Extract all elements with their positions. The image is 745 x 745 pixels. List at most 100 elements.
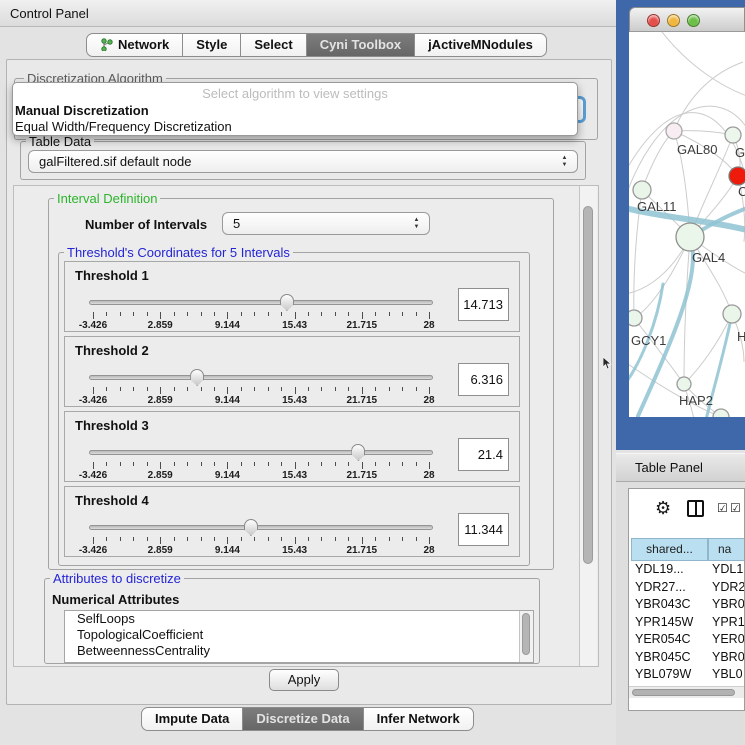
cell-name[interactable]: YPR1 bbox=[708, 614, 745, 632]
cell-shared-name[interactable]: YPR145W bbox=[629, 614, 708, 632]
network-window-titlebar[interactable] bbox=[629, 7, 745, 32]
network-canvas[interactable]: GAL80GCGAL11GAL4GCY1HHAP2 bbox=[629, 32, 745, 417]
threshold-label: Threshold 2 bbox=[75, 343, 149, 358]
tick-mark bbox=[254, 387, 255, 391]
threshold-slider[interactable]: -3.4262.8599.14415.4321.71528 bbox=[89, 520, 433, 554]
slider-handle[interactable] bbox=[244, 519, 258, 536]
network-node[interactable] bbox=[676, 223, 704, 251]
maximize-traffic-light-icon[interactable] bbox=[687, 14, 700, 27]
threshold-slider[interactable]: -3.4262.8599.14415.4321.71528 bbox=[89, 445, 433, 479]
table-row[interactable]: YBR043CYBR0 bbox=[629, 596, 745, 614]
tick-mark bbox=[389, 312, 390, 316]
slider-handle[interactable] bbox=[351, 444, 365, 461]
attributes-list-scrollbar-thumb[interactable] bbox=[522, 613, 530, 655]
tick-mark bbox=[416, 462, 417, 466]
tick-mark bbox=[93, 462, 94, 469]
attribute-list-item[interactable]: TopologicalCoefficient bbox=[65, 627, 533, 643]
threshold-value-box[interactable]: 6.316 bbox=[458, 363, 509, 396]
apply-button[interactable]: Apply bbox=[269, 669, 339, 691]
vertical-scrollbar[interactable] bbox=[579, 186, 597, 666]
column-header-shared-name[interactable]: shared... bbox=[631, 538, 708, 561]
table-row[interactable]: YDL19...YDL1 bbox=[629, 561, 745, 579]
cell-name[interactable]: YBR0 bbox=[708, 649, 745, 667]
threshold-slider[interactable]: -3.4262.8599.14415.4321.71528 bbox=[89, 370, 433, 404]
cell-name[interactable]: YBR0 bbox=[708, 596, 745, 614]
tab-network[interactable]: Network bbox=[86, 33, 183, 57]
columns-icon[interactable] bbox=[687, 500, 704, 517]
table-row[interactable]: YER054CYER0 bbox=[629, 631, 745, 649]
slider-handle[interactable] bbox=[280, 294, 294, 311]
horizontal-scrollbar-thumb[interactable] bbox=[632, 689, 735, 696]
threshold-value-box[interactable]: 14.713 bbox=[458, 288, 509, 321]
network-node[interactable] bbox=[729, 167, 745, 185]
tick-mark bbox=[187, 462, 188, 466]
checkbox-icon[interactable]: ☑ bbox=[717, 501, 728, 515]
table-row[interactable]: YBR045CYBR0 bbox=[629, 649, 745, 667]
network-node[interactable] bbox=[666, 123, 682, 139]
algorithm-option-manual[interactable]: Manual Discretization bbox=[15, 103, 575, 118]
slider-track[interactable] bbox=[89, 450, 433, 455]
threshold-label: Threshold 4 bbox=[75, 493, 149, 508]
slider-track[interactable] bbox=[89, 525, 433, 530]
tick-mark bbox=[429, 537, 430, 544]
tab-impute-data[interactable]: Impute Data bbox=[141, 707, 243, 731]
cell-shared-name[interactable]: YBR043C bbox=[629, 596, 708, 614]
number-of-intervals-combobox[interactable]: 5 ▲▼ bbox=[222, 212, 430, 235]
network-nodes[interactable]: GAL80GCGAL11GAL4GCY1HHAP2 bbox=[629, 123, 745, 417]
tab-style[interactable]: Style bbox=[183, 33, 241, 57]
table-row[interactable]: YDR27...YDR2 bbox=[629, 579, 745, 597]
network-node[interactable] bbox=[629, 310, 642, 326]
tick-mark bbox=[429, 312, 430, 319]
cell-shared-name[interactable]: YBL079W bbox=[629, 666, 708, 684]
cell-shared-name[interactable]: YDR27... bbox=[629, 579, 708, 597]
cell-shared-name[interactable]: YDL19... bbox=[629, 561, 708, 579]
tab-infer-network[interactable]: Infer Network bbox=[364, 707, 474, 731]
horizontal-scrollbar[interactable] bbox=[629, 686, 744, 698]
attribute-list-item[interactable]: BetweennessCentrality bbox=[65, 643, 533, 659]
cell-name[interactable]: YBL0 bbox=[708, 666, 743, 684]
attribute-list-item[interactable]: SelfLoops bbox=[65, 611, 533, 627]
threshold-value-box[interactable]: 11.344 bbox=[458, 513, 509, 546]
cell-name[interactable]: YDR2 bbox=[708, 579, 745, 597]
network-node[interactable] bbox=[713, 409, 729, 417]
column-header-name[interactable]: na bbox=[708, 538, 745, 561]
slider-track[interactable] bbox=[89, 300, 433, 305]
checkbox-icon[interactable]: ☑ bbox=[730, 501, 741, 515]
numerical-attributes-list[interactable]: SelfLoopsTopologicalCoefficientBetweenne… bbox=[64, 610, 534, 663]
network-node[interactable] bbox=[723, 305, 741, 323]
cell-shared-name[interactable]: YER054C bbox=[629, 631, 708, 649]
tick-mark bbox=[402, 537, 403, 541]
table-row[interactable]: YPR145WYPR1 bbox=[629, 614, 745, 632]
tick-mark bbox=[214, 462, 215, 466]
vertical-scrollbar-thumb[interactable] bbox=[583, 206, 593, 564]
slider-handle[interactable] bbox=[190, 369, 204, 386]
settings-gear-icon[interactable]: ⚙ bbox=[655, 498, 671, 519]
network-node[interactable] bbox=[725, 127, 741, 143]
tick-mark bbox=[254, 312, 255, 316]
tab-discretize-data[interactable]: Discretize Data bbox=[243, 707, 363, 731]
table-rows[interactable]: YDL19...YDL1YDR27...YDR2YBR043CYBR0YPR14… bbox=[629, 561, 745, 686]
threshold-label: Threshold 3 bbox=[75, 418, 149, 433]
close-traffic-light-icon[interactable] bbox=[647, 14, 660, 27]
tab-select[interactable]: Select bbox=[241, 33, 306, 57]
tick-mark bbox=[106, 387, 107, 391]
network-node[interactable] bbox=[677, 377, 691, 391]
scale-tick-label: 28 bbox=[423, 545, 434, 556]
cell-name[interactable]: YER0 bbox=[708, 631, 745, 649]
slider-track[interactable] bbox=[89, 375, 433, 380]
minimize-traffic-light-icon[interactable] bbox=[667, 14, 680, 27]
algorithm-option-equal-width[interactable]: Equal Width/Frequency Discretization bbox=[15, 119, 575, 134]
tab-jactivemnodules[interactable]: jActiveMNodules bbox=[415, 33, 547, 57]
cell-name[interactable]: YDL1 bbox=[708, 561, 743, 579]
attributes-list-scrollbar[interactable] bbox=[519, 611, 533, 662]
network-node[interactable] bbox=[633, 181, 651, 199]
scale-tick-label: 28 bbox=[423, 395, 434, 406]
table-data-combobox[interactable]: galFiltered.sif default node ▲▼ bbox=[28, 150, 578, 173]
tab-cyni-toolbox[interactable]: Cyni Toolbox bbox=[307, 33, 415, 57]
threshold-slider[interactable]: -3.4262.8599.14415.4321.71528 bbox=[89, 295, 433, 329]
tick-mark bbox=[308, 537, 309, 541]
slider-scale-labels: -3.4262.8599.14415.4321.71528 bbox=[89, 545, 433, 557]
table-row[interactable]: YBL079WYBL0 bbox=[629, 666, 745, 684]
threshold-value-box[interactable]: 21.4 bbox=[458, 438, 509, 471]
cell-shared-name[interactable]: YBR045C bbox=[629, 649, 708, 667]
